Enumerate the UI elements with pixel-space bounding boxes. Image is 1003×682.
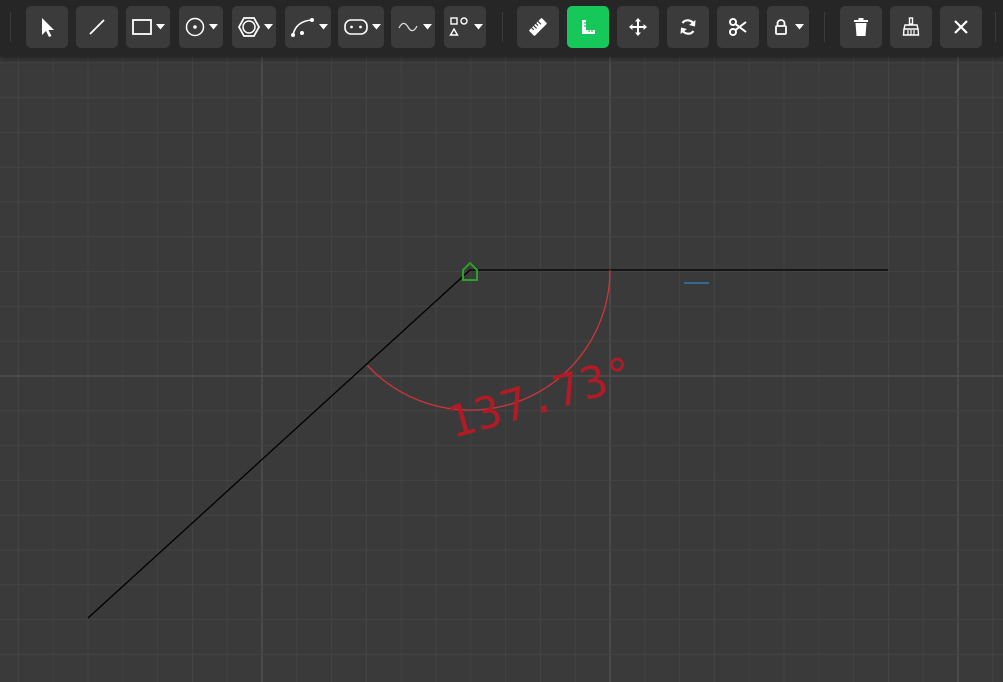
lock-icon — [773, 18, 789, 36]
hexagon-icon — [237, 16, 261, 38]
chevron-down-icon — [474, 24, 483, 30]
cad-sketch-app: 137.73° — [0, 0, 1003, 682]
close-tool-button[interactable] — [940, 6, 982, 48]
pattern-tool-dropdown[interactable] — [444, 6, 486, 48]
chevron-down-icon — [319, 24, 328, 30]
slot-icon — [343, 17, 369, 37]
lock-tool-dropdown[interactable] — [767, 6, 809, 48]
arc-icon — [290, 16, 316, 38]
slot-tool-dropdown[interactable] — [338, 6, 384, 48]
grid — [0, 56, 1003, 682]
trim-tool-button[interactable] — [717, 6, 759, 48]
rectangle-tool-dropdown[interactable] — [126, 6, 170, 48]
line-icon — [87, 17, 107, 37]
toolbar-separator — [10, 12, 11, 42]
polygon-tool-dropdown[interactable] — [232, 6, 276, 48]
spline-icon — [396, 17, 420, 37]
toolbar — [0, 0, 1003, 56]
rotate-icon — [678, 17, 698, 37]
clear-tool-button[interactable] — [890, 6, 932, 48]
chevron-down-icon — [423, 24, 432, 30]
spline-tool-dropdown[interactable] — [391, 6, 435, 48]
move-arrows-icon — [628, 17, 648, 37]
sketch-canvas[interactable] — [0, 56, 1003, 682]
toolbar-separator — [995, 12, 996, 42]
rotate-tool-button[interactable] — [667, 6, 709, 48]
line-tool-button[interactable] — [76, 6, 118, 48]
chevron-down-icon — [209, 24, 218, 30]
chevron-down-icon — [264, 24, 273, 30]
broom-icon — [901, 17, 921, 37]
chevron-down-icon — [795, 24, 804, 30]
toolbar-separator — [502, 12, 503, 42]
chevron-down-icon — [156, 24, 165, 30]
measure-tool-button[interactable] — [517, 6, 559, 48]
chevron-down-icon — [372, 24, 381, 30]
delete-tool-button[interactable] — [840, 6, 882, 48]
close-icon — [952, 18, 970, 36]
angle-ruler-icon — [578, 17, 598, 37]
dimension-tool-button[interactable] — [567, 6, 609, 48]
circle-icon — [184, 16, 206, 38]
ruler-icon — [528, 17, 548, 37]
select-tool-button[interactable] — [26, 6, 68, 48]
arc-tool-dropdown[interactable] — [285, 6, 331, 48]
sketch-line-diagonal[interactable] — [87, 269, 471, 619]
rectangle-icon — [131, 18, 153, 36]
cursor-arrow-icon — [37, 16, 57, 38]
circle-tool-dropdown[interactable] — [179, 6, 223, 48]
toolbar-separator — [824, 12, 825, 42]
trash-icon — [852, 17, 870, 37]
move-tool-button[interactable] — [617, 6, 659, 48]
shapes-icon — [449, 16, 471, 38]
scissors-icon — [728, 17, 748, 37]
